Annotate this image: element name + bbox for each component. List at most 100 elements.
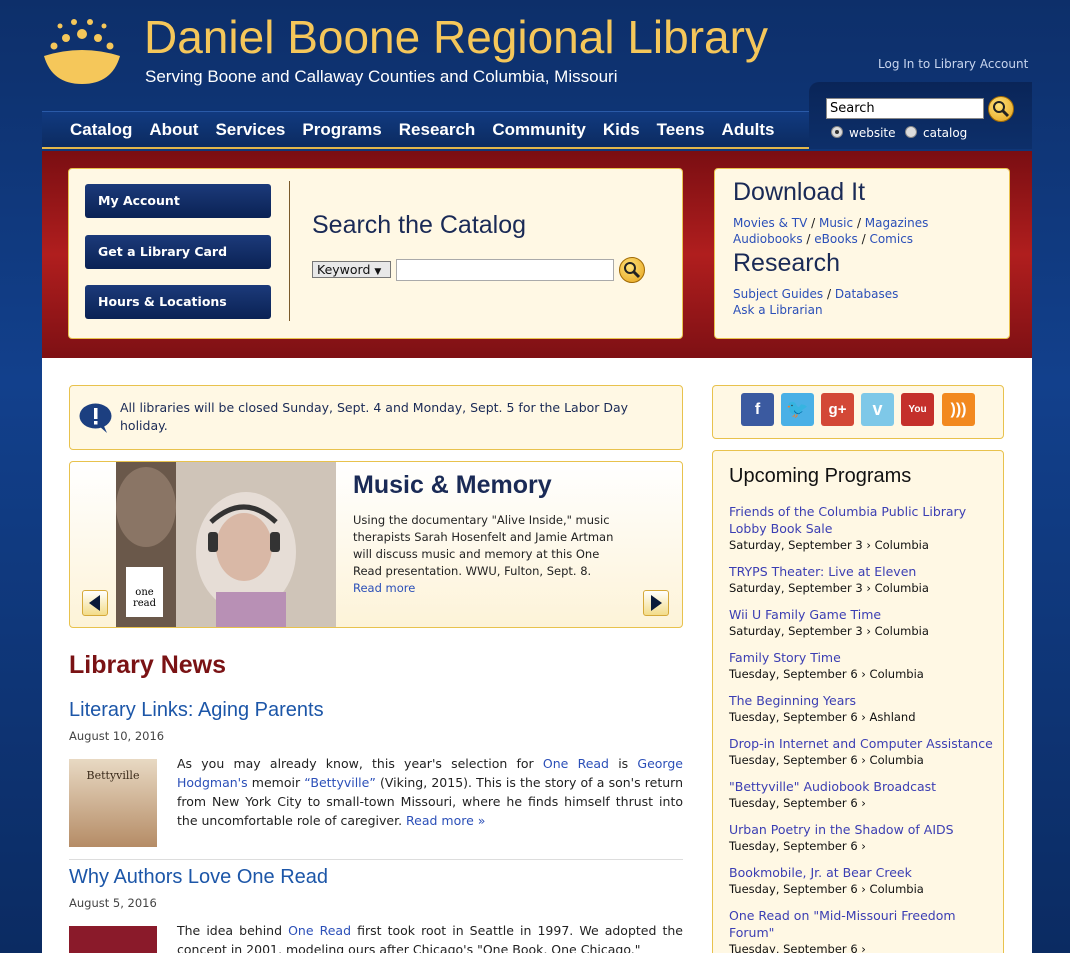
article-read-more-link[interactable]: Read more » (406, 813, 485, 828)
slide-text: Using the documentary "Alive Inside," mu… (353, 512, 623, 597)
program-link[interactable]: Wii U Family Game Time (729, 606, 999, 623)
library-news-heading: Library News (69, 651, 227, 679)
site-search-input[interactable] (826, 98, 984, 119)
slide-photo[interactable]: one read (116, 462, 336, 627)
article-thumbnail-title: Bettyville (86, 769, 140, 782)
catalog-field-select[interactable]: Keyword ▼ (312, 261, 391, 278)
get-library-card-button[interactable]: Get a Library Card (85, 235, 271, 269)
nav-adults[interactable]: Adults (713, 112, 783, 147)
program-link[interactable]: TRYPS Theater: Live at Eleven (729, 563, 999, 580)
library-logo-icon[interactable] (42, 14, 122, 86)
slider-next-button[interactable] (643, 590, 669, 616)
link-magazines[interactable]: Magazines (865, 216, 929, 230)
program-item: Bookmobile, Jr. at Bear Creek Tuesday, S… (729, 864, 999, 898)
article-date: August 5, 2016 (69, 896, 157, 910)
link-comics[interactable]: Comics (869, 232, 913, 246)
program-item: One Read on "Mid-Missouri Freedom Forum"… (729, 907, 999, 953)
program-link[interactable]: Bookmobile, Jr. at Bear Creek (729, 864, 999, 881)
nav-research[interactable]: Research (390, 112, 484, 147)
link-databases[interactable]: Databases (835, 287, 899, 301)
nav-catalog[interactable]: Catalog (42, 112, 140, 147)
program-meta: Tuesday, September 6 › Columbia (729, 882, 924, 896)
site-search: website catalog (809, 82, 1032, 149)
nav-programs[interactable]: Programs (293, 112, 389, 147)
article-thumbnail[interactable]: Bettyville (69, 759, 157, 847)
program-meta: Tuesday, September 6 › Columbia (729, 753, 924, 767)
upcoming-programs: Upcoming Programs Friends of the Columbi… (712, 450, 1004, 953)
program-meta: Tuesday, September 6 › (729, 796, 866, 810)
feature-band: My Account Get a Library Card Hours & Lo… (42, 151, 1032, 358)
program-meta: Tuesday, September 6 › Ashland (729, 710, 916, 724)
article-divider (69, 859, 683, 860)
program-item: "Bettyville" Audiobook Broadcast Tuesday… (729, 778, 999, 812)
article-thumbnail[interactable] (69, 926, 157, 953)
slider-prev-button[interactable] (82, 590, 108, 616)
catalog-field-value: Keyword (317, 262, 371, 277)
book-link[interactable]: “Bettyville” (304, 775, 376, 790)
hours-locations-button[interactable]: Hours & Locations (85, 285, 271, 319)
site-title[interactable]: Daniel Boone Regional Library (144, 10, 768, 64)
download-links: Movies & TV / Music / Magazines Audioboo… (733, 216, 929, 246)
article-summary: As you may already know, this year's sel… (177, 754, 683, 830)
program-item: Drop-in Internet and Computer Assistance… (729, 735, 999, 769)
link-ebooks[interactable]: eBooks (814, 232, 858, 246)
nav-community[interactable]: Community (483, 112, 594, 147)
radio-website[interactable]: website (831, 126, 896, 140)
slide-title[interactable]: Music & Memory (353, 471, 552, 500)
youtube-icon[interactable]: You (901, 393, 934, 426)
feature-slider: one read Music & Memory Using the docume… (69, 461, 683, 628)
program-link[interactable]: Urban Poetry in the Shadow of AIDS (729, 821, 999, 838)
site-header: Daniel Boone Regional Library Serving Bo… (0, 0, 1070, 150)
program-link[interactable]: Friends of the Columbia Public Library L… (729, 503, 999, 537)
site-tagline: Serving Boone and Callaway Counties and … (145, 67, 618, 86)
arrow-left-icon (89, 595, 100, 611)
one-read-link[interactable]: One Read (543, 756, 609, 771)
program-link[interactable]: "Bettyville" Audiobook Broadcast (729, 778, 999, 795)
arrow-right-icon (651, 595, 662, 611)
radio-catalog-button[interactable] (905, 126, 917, 138)
link-audiobooks[interactable]: Audiobooks (733, 232, 803, 246)
program-item: The Beginning Years Tuesday, September 6… (729, 692, 999, 726)
program-meta: Saturday, September 3 › Columbia (729, 624, 929, 638)
program-meta: Saturday, September 3 › Columbia (729, 581, 929, 595)
program-link[interactable]: Family Story Time (729, 649, 999, 666)
rss-icon[interactable]: ))) (942, 393, 975, 426)
article-title[interactable]: Literary Links: Aging Parents (69, 699, 324, 722)
site-search-button[interactable] (988, 96, 1014, 122)
vimeo-icon[interactable]: v (861, 393, 894, 426)
program-item: Friends of the Columbia Public Library L… (729, 503, 999, 554)
my-account-button[interactable]: My Account (85, 184, 271, 218)
slide-read-more-link[interactable]: Read more (353, 581, 415, 595)
link-ask-librarian[interactable]: Ask a Librarian (733, 303, 823, 317)
nav-services[interactable]: Services (206, 112, 293, 147)
radio-website-button[interactable] (831, 126, 843, 138)
radio-catalog-label: catalog (923, 126, 968, 140)
radio-website-label: website (849, 126, 896, 140)
nav-teens[interactable]: Teens (648, 112, 713, 147)
program-meta: Tuesday, September 6 › (729, 839, 866, 853)
radio-catalog[interactable]: catalog (905, 126, 967, 140)
nav-kids[interactable]: Kids (594, 112, 648, 147)
article-title[interactable]: Why Authors Love One Read (69, 866, 328, 889)
google-plus-icon[interactable]: g+ (821, 393, 854, 426)
link-music[interactable]: Music (819, 216, 853, 230)
catalog-search-input[interactable] (396, 259, 614, 281)
link-subject-guides[interactable]: Subject Guides (733, 287, 823, 301)
alert-text: All libraries will be closed Sunday, Sep… (120, 400, 629, 433)
program-link[interactable]: One Read on "Mid-Missouri Freedom Forum" (729, 907, 999, 941)
twitter-icon[interactable]: 🐦 (781, 393, 814, 426)
facebook-icon[interactable]: f (741, 393, 774, 426)
article-text-1: As you may already know, this year's sel… (177, 756, 543, 771)
slide-description: Using the documentary "Alive Inside," mu… (353, 513, 614, 578)
program-item: Wii U Family Game Time Saturday, Septemb… (729, 606, 999, 640)
one-read-link[interactable]: One Read (288, 923, 351, 938)
nav-about[interactable]: About (140, 112, 206, 147)
catalog-search-button[interactable] (619, 257, 645, 283)
program-link[interactable]: The Beginning Years (729, 692, 999, 709)
program-link[interactable]: Drop-in Internet and Computer Assistance (729, 735, 999, 752)
closure-alert: All libraries will be closed Sunday, Sep… (69, 385, 683, 450)
article-date: August 10, 2016 (69, 729, 165, 743)
link-movies-tv[interactable]: Movies & TV (733, 216, 807, 230)
alert-speech-bubble-icon (79, 403, 112, 433)
login-link[interactable]: Log In to Library Account (878, 57, 1028, 71)
